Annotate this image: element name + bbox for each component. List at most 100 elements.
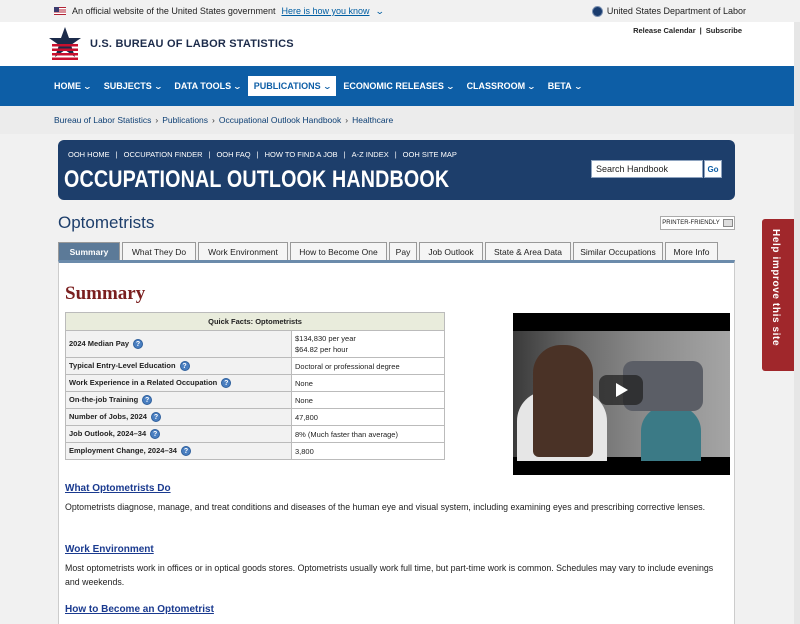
table-row: Typical Entry-Level Education? Doctoral … bbox=[65, 356, 445, 376]
nav-data-tools-label: DATA TOOLS bbox=[174, 81, 232, 91]
breadcrumb-bls[interactable]: Bureau of Labor Statistics bbox=[54, 115, 151, 125]
page-scrollbar[interactable] bbox=[794, 22, 800, 624]
nav-beta-label: BETA bbox=[547, 81, 572, 91]
tab-pay[interactable]: Pay bbox=[389, 242, 417, 260]
tab-how-to-become-one[interactable]: How to Become One bbox=[290, 242, 387, 260]
dol-link[interactable]: United States Department of Labor bbox=[591, 5, 746, 17]
nav-publications-label: PUBLICATIONS bbox=[253, 81, 321, 91]
nav-subjects-label: SUBJECTS bbox=[103, 81, 152, 91]
tab-work-environment[interactable]: Work Environment bbox=[198, 242, 288, 260]
fact-label: Employment Change, 2024–34 bbox=[69, 446, 177, 456]
help-improve-site-button[interactable]: Help improve this site bbox=[762, 219, 794, 371]
fact-label-cell: Employment Change, 2024–34? bbox=[65, 442, 292, 461]
printer-friendly-button[interactable]: PRINTER-FRIENDLY bbox=[660, 216, 735, 230]
bls-logo[interactable]: U.S. BUREAU OF LABOR STATISTICS bbox=[48, 26, 294, 62]
help-icon[interactable]: ? bbox=[221, 378, 232, 389]
table-row: Employment Change, 2024–34? 3,800 bbox=[65, 442, 445, 461]
fact-value: 47,800 bbox=[291, 408, 445, 427]
help-icon[interactable]: ? bbox=[179, 361, 190, 372]
chevron-down-icon: ⌄ bbox=[232, 81, 243, 91]
occupation-tabs: Summary What They Do Work Environment Ho… bbox=[58, 242, 718, 260]
release-calendar-link[interactable]: Release Calendar bbox=[631, 26, 698, 35]
printer-icon bbox=[722, 219, 733, 227]
nav-beta[interactable]: BETA ⌄ bbox=[542, 76, 588, 96]
what-they-do-link[interactable]: What Optometrists Do bbox=[65, 483, 171, 494]
fact-value: 3,800 bbox=[291, 442, 445, 461]
nav-economic-releases-label: ECONOMIC RELEASES bbox=[343, 81, 444, 91]
help-icon[interactable]: ? bbox=[150, 429, 161, 440]
fact-value-hourly: $64.82 per hour bbox=[295, 345, 348, 354]
chevron-down-icon: ⌄ bbox=[526, 81, 537, 91]
fact-value: None bbox=[291, 391, 445, 410]
work-environment-link[interactable]: Work Environment bbox=[65, 544, 154, 555]
chevron-down-icon: ⌄ bbox=[573, 81, 583, 91]
fact-label-cell: Typical Entry-Level Education? bbox=[65, 356, 292, 376]
fact-label-cell: Work Experience in a Related Occupation? bbox=[65, 374, 292, 393]
breadcrumb-healthcare[interactable]: Healthcare bbox=[352, 115, 393, 125]
video-figure-patient bbox=[641, 406, 701, 461]
summary-heading: Summary bbox=[65, 283, 146, 304]
us-flag-icon bbox=[54, 7, 66, 15]
fact-label-cell: Job Outlook, 2024–34? bbox=[65, 425, 292, 444]
nav-subjects[interactable]: SUBJECTS ⌄ bbox=[98, 76, 168, 96]
nav-data-tools[interactable]: DATA TOOLS ⌄ bbox=[168, 76, 246, 96]
az-index-link[interactable]: A-Z INDEX bbox=[352, 150, 389, 159]
ooh-faq-link[interactable]: OOH FAQ bbox=[216, 150, 250, 159]
gov-banner-left: An official website of the United States… bbox=[54, 6, 384, 17]
bls-star-logo-icon bbox=[49, 27, 81, 60]
breadcrumb-publications[interactable]: Publications bbox=[162, 115, 208, 125]
find-job-link[interactable]: HOW TO FIND A JOB bbox=[265, 150, 338, 159]
play-icon[interactable] bbox=[599, 375, 643, 405]
table-row: Number of Jobs, 2024? 47,800 bbox=[65, 408, 445, 427]
fact-label: On-the-job Training bbox=[69, 395, 139, 405]
fact-label-cell: Number of Jobs, 2024? bbox=[65, 408, 292, 427]
fact-label: 2024 Median Pay bbox=[69, 338, 130, 348]
search-go-button[interactable]: Go bbox=[704, 160, 722, 178]
fact-label-cell: 2024 Median Pay? bbox=[65, 330, 292, 358]
tab-state-area-data[interactable]: State & Area Data bbox=[485, 242, 571, 260]
gov-banner-text: An official website of the United States… bbox=[72, 6, 276, 16]
tab-job-outlook[interactable]: Job Outlook bbox=[419, 242, 483, 260]
nav-home-label: HOME bbox=[54, 81, 81, 91]
dol-seal-icon bbox=[591, 5, 603, 17]
tab-what-they-do[interactable]: What They Do bbox=[122, 242, 196, 260]
ooh-banner: OOH HOME | OCCUPATION FINDER | OOH FAQ | HO… bbox=[58, 140, 735, 200]
video-player[interactable] bbox=[513, 313, 730, 475]
nav-home[interactable]: HOME ⌄ bbox=[48, 76, 97, 96]
utility-separator: | bbox=[699, 26, 702, 35]
work-environment-text: Most optometrists work in offices or in … bbox=[65, 563, 714, 587]
help-icon[interactable]: ? bbox=[142, 395, 153, 406]
how-you-know-link[interactable]: Here is how you know bbox=[281, 6, 369, 16]
nav-classroom-label: CLASSROOM bbox=[466, 81, 526, 91]
fact-label-cell: On-the-job Training? bbox=[65, 391, 292, 410]
ooh-site-map-link[interactable]: OOH SITE MAP bbox=[403, 150, 457, 159]
help-icon[interactable]: ? bbox=[180, 446, 191, 457]
site-header: U.S. BUREAU OF LABOR STATISTICS Release … bbox=[0, 22, 800, 66]
tab-summary[interactable]: Summary bbox=[58, 242, 120, 260]
occupation-finder-link[interactable]: OCCUPATION FINDER bbox=[124, 150, 203, 159]
how-to-become-link[interactable]: How to Become an Optometrist bbox=[65, 604, 214, 615]
nav-classroom[interactable]: CLASSROOM ⌄ bbox=[461, 76, 541, 96]
search-handbook-input[interactable]: Search Handbook bbox=[591, 160, 703, 178]
fact-label: Number of Jobs, 2024 bbox=[69, 412, 147, 422]
chevron-down-icon: ⌄ bbox=[153, 81, 163, 91]
utility-links: Release Calendar | Subscribe bbox=[631, 26, 744, 35]
fact-label: Typical Entry-Level Education bbox=[69, 361, 176, 370]
subscribe-link[interactable]: Subscribe bbox=[704, 26, 744, 35]
nav-economic-releases[interactable]: ECONOMIC RELEASES ⌄ bbox=[337, 76, 459, 96]
chevron-right-icon: › bbox=[345, 115, 349, 125]
chevron-down-icon[interactable]: ⌄ bbox=[374, 6, 384, 17]
breadcrumb-ooh[interactable]: Occupational Outlook Handbook bbox=[219, 115, 341, 125]
ooh-nav: OOH HOME | OCCUPATION FINDER | OOH FAQ | HO… bbox=[68, 150, 457, 159]
tab-more-info[interactable]: More Info bbox=[665, 242, 718, 260]
tab-similar-occupations[interactable]: Similar Occupations bbox=[573, 242, 663, 260]
chevron-down-icon: ⌄ bbox=[322, 81, 332, 91]
nav-publications[interactable]: PUBLICATIONS ⌄ bbox=[247, 76, 337, 96]
table-row: 2024 Median Pay? $134,830 per year $64.82… bbox=[65, 330, 445, 358]
help-icon[interactable]: ? bbox=[133, 339, 144, 349]
ooh-home-link[interactable]: OOH HOME bbox=[68, 150, 110, 159]
ooh-nav-separator: | bbox=[394, 150, 397, 159]
ooh-nav-separator: | bbox=[115, 150, 118, 159]
help-icon[interactable]: ? bbox=[150, 412, 161, 423]
main-content: OOH HOME | OCCUPATION FINDER | OOH FAQ | HO… bbox=[0, 134, 800, 624]
